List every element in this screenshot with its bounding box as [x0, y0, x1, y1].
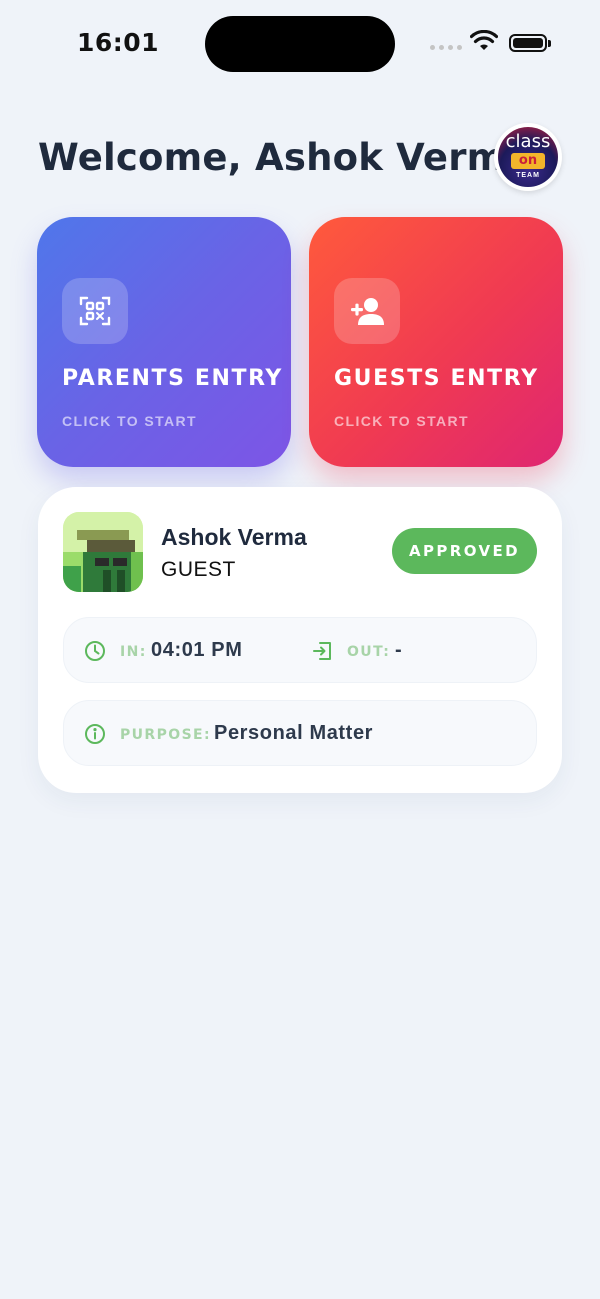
guests-entry-card[interactable]: GUESTS ENTRY CLICK TO START — [309, 217, 563, 467]
wifi-icon — [470, 30, 498, 50]
purpose-value: Personal Matter — [214, 722, 374, 744]
info-icon — [85, 724, 105, 744]
welcome-heading: Welcome, Ashok Verma — [38, 136, 531, 179]
guests-entry-subtitle: CLICK TO START — [334, 413, 469, 429]
qr-code-scan-icon — [62, 278, 128, 344]
dynamic-island — [205, 16, 395, 72]
guests-entry-title: GUESTS ENTRY — [334, 366, 539, 391]
out-time: - — [395, 639, 403, 661]
visitor-name: Ashok Verma — [161, 524, 307, 550]
classon-team-logo[interactable]: class on TEAM — [494, 123, 562, 191]
time-row: IN: 04:01 PM OUT: - — [63, 617, 537, 683]
home-screen: 16:01 Welcome, Ashok Verma class on TEAM… — [0, 0, 600, 1299]
parents-entry-subtitle: CLICK TO START — [62, 413, 197, 429]
logo-text-on: on — [511, 153, 545, 169]
battery-icon — [509, 34, 551, 52]
in-label: IN: — [120, 644, 147, 660]
out-label: OUT: — [347, 644, 391, 660]
exit-icon — [313, 642, 331, 660]
clock-icon — [85, 641, 105, 661]
in-time: 04:01 PM — [151, 639, 243, 661]
logo-text-class: class — [505, 131, 551, 152]
purpose-label: PURPOSE: — [120, 727, 212, 743]
purpose-row: PURPOSE: Personal Matter — [63, 700, 537, 766]
logo-text-team: TEAM — [516, 172, 540, 179]
status-time: 16:01 — [77, 28, 160, 57]
parents-entry-card[interactable]: PARENTS ENTRY CLICK TO START — [37, 217, 291, 467]
add-person-icon — [334, 278, 400, 344]
cellular-signal-icon — [430, 45, 462, 50]
visitor-type: GUEST — [161, 558, 236, 581]
parents-entry-title: PARENTS ENTRY — [62, 366, 283, 391]
visitor-avatar — [63, 512, 143, 592]
status-badge: APPROVED — [392, 528, 537, 574]
visit-card[interactable]: Ashok Verma GUEST APPROVED IN: 04:01 PM … — [38, 487, 562, 793]
